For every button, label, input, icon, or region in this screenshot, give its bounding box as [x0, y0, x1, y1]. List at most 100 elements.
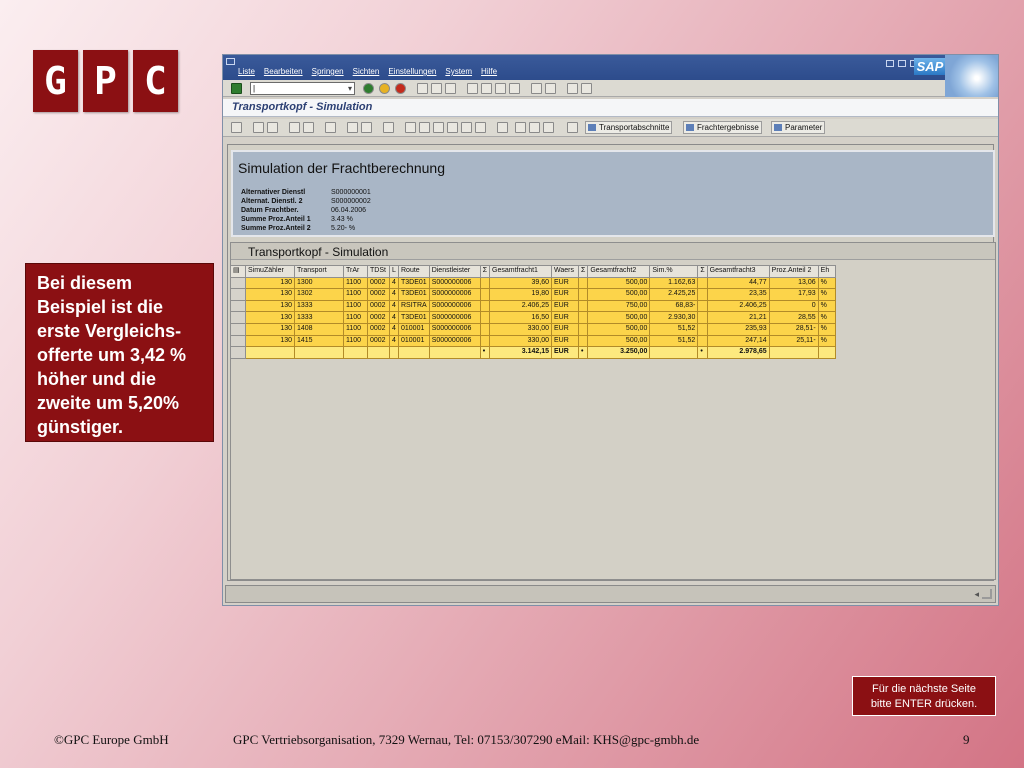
- subtotal-icon[interactable]: [361, 122, 372, 133]
- resize-grip-icon[interactable]: [982, 589, 992, 599]
- row-selector[interactable]: [230, 299, 246, 313]
- row-selector[interactable]: [230, 276, 246, 290]
- layout-menu-icon[interactable]: [581, 83, 592, 94]
- grid-cell: 1100: [343, 322, 368, 336]
- grid-cell: %: [817, 299, 836, 313]
- first-page-icon[interactable]: [467, 83, 478, 94]
- prev-page-icon[interactable]: [481, 83, 492, 94]
- select-layout-icon[interactable]: [529, 122, 540, 133]
- column-header[interactable]: TrAr: [343, 265, 368, 278]
- refresh-icon[interactable]: [383, 122, 394, 133]
- table-row[interactable]: 130 1333 1100 0002 4 T3DE01 S000000006 16,50 EUR…: [230, 311, 836, 324]
- last-page-icon[interactable]: [509, 83, 520, 94]
- grid-cell: 28,55: [768, 311, 819, 324]
- select-all-icon[interactable]: [253, 122, 264, 133]
- column-header[interactable]: Σ: [577, 265, 589, 278]
- column-header[interactable]: Gesamtfracht2: [587, 265, 651, 278]
- local-file-icon[interactable]: [461, 122, 472, 133]
- find-icon[interactable]: [431, 83, 442, 94]
- grid-cell: EUR: [551, 322, 580, 336]
- enter-hint: Für die nächste Seite bitte ENTER drücke…: [852, 676, 996, 716]
- command-field[interactable]: | ▾: [250, 82, 355, 95]
- grid-cell: [697, 311, 708, 324]
- menu-system[interactable]: System: [445, 67, 472, 76]
- table-row[interactable]: 130 1302 1100 0002 4 T3DE01 S000000006 19,80 EUR…: [230, 288, 836, 301]
- table-row[interactable]: 130 1333 1100 0002 4 RSITRA S000000006 2.406,25…: [230, 299, 836, 313]
- spreadsheet-icon[interactable]: [447, 122, 458, 133]
- menu-sichten[interactable]: Sichten: [353, 67, 380, 76]
- column-header[interactable]: L: [389, 265, 399, 278]
- print-preview-icon[interactable]: [405, 122, 416, 133]
- row-selector[interactable]: [230, 322, 246, 336]
- grid-cell: T3DE01: [398, 311, 430, 324]
- maximize-icon[interactable]: [898, 60, 906, 67]
- total-row[interactable]: • 3.142,15 EUR • 3.250,00 • 2.978,65: [230, 346, 836, 359]
- column-header[interactable]: Dienstleister: [428, 265, 481, 278]
- send-icon[interactable]: [475, 122, 486, 133]
- select-all-cell[interactable]: ▤: [230, 265, 246, 278]
- new-session-icon[interactable]: [531, 83, 542, 94]
- column-header[interactable]: Gesamtfracht3: [706, 265, 770, 278]
- grid-cell: 0002: [367, 311, 390, 324]
- change-layout-icon[interactable]: [515, 122, 526, 133]
- row-selector[interactable]: [230, 346, 246, 359]
- menu-hilfe[interactable]: Hilfe: [481, 67, 497, 76]
- grid-cell: 0002: [367, 299, 390, 313]
- column-header[interactable]: Route: [398, 265, 430, 278]
- next-page-icon[interactable]: [495, 83, 506, 94]
- details-icon[interactable]: [231, 122, 242, 133]
- row-selector[interactable]: [230, 311, 246, 324]
- filter-icon[interactable]: [303, 122, 314, 133]
- parameter-button[interactable]: Parameter: [771, 121, 826, 134]
- column-header[interactable]: Gesamtfracht1: [489, 265, 553, 278]
- sum-icon[interactable]: [347, 122, 358, 133]
- minimize-icon[interactable]: [886, 60, 894, 67]
- menu-liste[interactable]: Liste: [238, 67, 255, 76]
- help-icon[interactable]: [567, 83, 578, 94]
- grid-cell: %: [817, 334, 836, 348]
- grid-cell: EUR: [551, 288, 580, 301]
- graphic-icon[interactable]: [497, 122, 508, 133]
- table-row[interactable]: 130 1300 1100 0002 4 T3DE01 S000000006 39,60 EUR…: [230, 276, 836, 290]
- system-menu-icon[interactable]: [226, 58, 235, 65]
- find-next-icon[interactable]: [445, 83, 456, 94]
- row-selector[interactable]: [230, 334, 246, 348]
- info-icon[interactable]: [567, 122, 578, 133]
- export-icon[interactable]: [419, 122, 430, 133]
- grid-cell: 51,52: [649, 334, 699, 348]
- transportabschnitte-button[interactable]: Transportabschnitte: [585, 121, 673, 134]
- save-layout-icon[interactable]: [543, 122, 554, 133]
- deselect-all-icon[interactable]: [267, 122, 278, 133]
- frachtergebnisse-button[interactable]: Frachtergebnisse: [683, 121, 762, 134]
- column-header[interactable]: Transport: [294, 265, 344, 278]
- table-row[interactable]: 130 1408 1100 0002 4 010001 S000000006 330,00 EU…: [230, 322, 836, 336]
- cancel-icon[interactable]: [395, 83, 406, 94]
- column-header[interactable]: SimuZähler: [245, 265, 295, 278]
- shortcut-icon[interactable]: [545, 83, 556, 94]
- sort-ascending-icon[interactable]: [289, 122, 300, 133]
- column-header[interactable]: Σ: [697, 265, 708, 278]
- print-icon[interactable]: [417, 83, 428, 94]
- grid-cell: [479, 311, 491, 324]
- menu-springen[interactable]: Springen: [312, 67, 344, 76]
- history-icon[interactable]: ▾: [348, 83, 352, 94]
- back-icon[interactable]: [363, 83, 374, 94]
- enter-icon[interactable]: [231, 83, 242, 94]
- column-header[interactable]: Sim.%: [649, 265, 699, 278]
- menu-einstellungen[interactable]: Einstellungen: [388, 67, 436, 76]
- grid-cell: S000000006: [428, 276, 481, 290]
- column-header[interactable]: Proz.Anteil 2: [768, 265, 819, 278]
- grid-cell: [817, 346, 836, 359]
- column-header[interactable]: TDSt: [367, 265, 390, 278]
- menu-bearbeiten[interactable]: Bearbeiten: [264, 67, 303, 76]
- table-row[interactable]: 130 1415 1100 0002 4 010001 S000000006 330,00 EU…: [230, 334, 836, 348]
- column-header[interactable]: Waers: [551, 265, 580, 278]
- exit-icon[interactable]: [379, 83, 390, 94]
- status-arrow-icon[interactable]: ◂: [974, 589, 979, 600]
- column-header[interactable]: Σ: [479, 265, 491, 278]
- delete-filter-icon[interactable]: [325, 122, 336, 133]
- word-processing-icon[interactable]: [433, 122, 444, 133]
- column-header[interactable]: Eh: [817, 265, 836, 278]
- row-selector[interactable]: [230, 288, 246, 301]
- grid-cell: EUR: [551, 276, 580, 290]
